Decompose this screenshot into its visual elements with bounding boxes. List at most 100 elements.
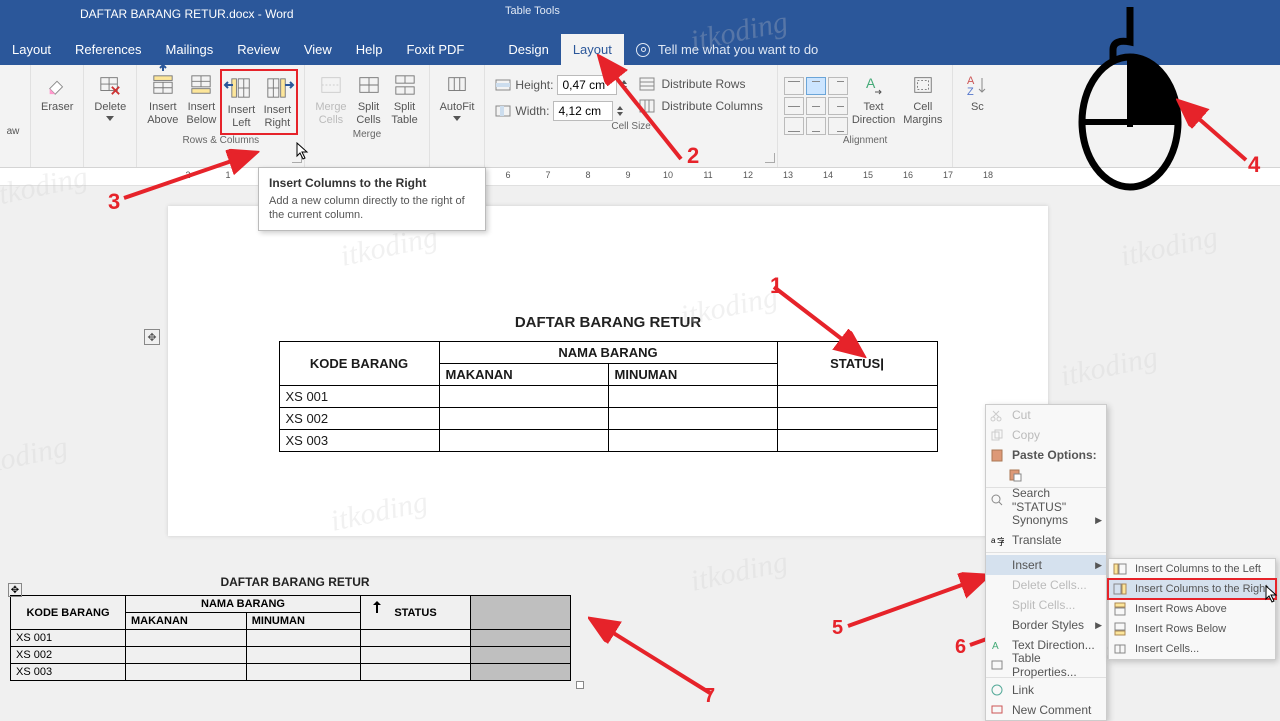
ctx-insert[interactable]: Insert▶ <box>986 555 1106 575</box>
lower-example-table-container: DAFTAR BARANG RETUR KODE BARANG NAMA BAR… <box>10 575 580 681</box>
annotation-6: 6 <box>955 636 966 659</box>
ribbon-tooltip: Insert Columns to the Right Add a new co… <box>258 167 486 231</box>
new-column-header[interactable] <box>471 596 571 630</box>
submenu-insert-row-below[interactable]: Insert Rows Below <box>1109 619 1275 639</box>
table-row: XS 001 <box>279 386 937 408</box>
split-cells-button[interactable]: Split Cells <box>351 69 387 129</box>
ctx-cut: Cut <box>986 405 1106 425</box>
svg-text:A: A <box>992 641 999 652</box>
ctx-search[interactable]: Search "STATUS" <box>986 490 1106 510</box>
ctx-paste-keep-source[interactable] <box>986 465 1106 485</box>
mouse-right-click-icon <box>1075 2 1185 197</box>
tab-review[interactable]: Review <box>225 34 292 65</box>
document-page: DAFTAR BARANG RETUR KODE BARANG NAMA BAR… <box>168 206 1048 536</box>
submenu-insert-col-right[interactable]: Insert Columns to the Right <box>1109 579 1275 599</box>
svg-text:Z: Z <box>967 86 974 96</box>
table-move-handle[interactable] <box>8 583 22 597</box>
merge-cells-icon <box>317 71 345 99</box>
distribute-columns-button[interactable]: Distribute Columns <box>639 99 762 113</box>
insert-right-button[interactable]: Insert Right <box>259 72 295 132</box>
ctx-paste-options: Paste Options: <box>986 445 1106 465</box>
lower-data-table[interactable]: KODE BARANG NAMA BARANG STATUS MAKANAN M… <box>10 595 571 681</box>
ctx-border-styles[interactable]: Border Styles▶ <box>986 615 1106 635</box>
ctx-synonyms[interactable]: Synonyms▶ <box>986 510 1106 530</box>
ctx-new-comment[interactable]: New Comment <box>986 700 1106 720</box>
bulb-icon <box>636 43 650 57</box>
tab-mailings[interactable]: Mailings <box>154 34 226 65</box>
tooltip-description: Add a new column directly to the right o… <box>269 194 475 222</box>
tab-references[interactable]: References <box>63 34 153 65</box>
group-alignment: Alignment <box>843 135 887 150</box>
table-resize-handle[interactable] <box>576 681 584 689</box>
submenu-insert-col-left[interactable]: Insert Columns to the Left <box>1109 559 1275 579</box>
alignment-grid[interactable] <box>784 69 848 135</box>
ctx-translate[interactable]: a字Translate <box>986 530 1106 550</box>
context-menu: Cut Copy Paste Options: Search "STATUS" … <box>985 404 1107 721</box>
group-rows-columns: Rows & Columns <box>182 135 259 150</box>
tab-table-layout[interactable]: Layout <box>561 34 624 65</box>
svg-text:字: 字 <box>997 536 1004 547</box>
main-data-table[interactable]: KODE BARANG NAMA BARANG STATUS| MAKANAN … <box>279 341 938 452</box>
submenu-insert-cells[interactable]: Insert Cells... <box>1109 639 1275 659</box>
tab-view[interactable]: View <box>292 34 344 65</box>
cell-size-launcher[interactable] <box>765 153 775 163</box>
ctx-table-properties[interactable]: Table Properties... <box>986 655 1106 675</box>
table-move-handle[interactable] <box>144 329 160 345</box>
annotation-2: 2 <box>687 143 699 169</box>
split-cells-icon <box>355 71 383 99</box>
table-row: XS 003 <box>279 430 937 452</box>
insert-left-button[interactable]: Insert Left <box>223 72 259 132</box>
sort-button[interactable]: AZ Sc <box>959 69 995 116</box>
insert-above-icon <box>149 71 177 99</box>
tab-help[interactable]: Help <box>344 34 395 65</box>
autofit-button[interactable]: AutoFit <box>436 69 479 123</box>
annotation-3: 3 <box>108 189 120 215</box>
document-title: DAFTAR BARANG RETUR.docx - Word <box>80 7 294 21</box>
svg-text:a: a <box>991 536 996 545</box>
split-table-icon <box>391 71 419 99</box>
autofit-icon <box>443 71 471 99</box>
tab-foxit-pdf[interactable]: Foxit PDF <box>395 34 477 65</box>
cell-margins-button[interactable]: Cell Margins <box>899 69 946 129</box>
annotation-7: 7 <box>704 685 715 708</box>
header-makanan[interactable]: MAKANAN <box>439 364 608 386</box>
text-direction-button[interactable]: A Text Direction <box>848 69 899 129</box>
chevron-down-icon <box>106 116 114 121</box>
height-input[interactable] <box>557 75 617 95</box>
insert-above-button[interactable]: Insert Above <box>143 69 182 129</box>
column-width-field[interactable]: Width: <box>495 101 627 121</box>
header-minuman[interactable]: MINUMAN <box>608 364 777 386</box>
eraser-icon <box>43 71 71 99</box>
insert-below-button[interactable]: Insert Below <box>182 69 220 129</box>
insert-below-icon <box>187 71 215 99</box>
submenu-insert-row-above[interactable]: Insert Rows Above <box>1109 599 1275 619</box>
eraser-button[interactable]: Eraser <box>37 69 77 116</box>
tab-table-design[interactable]: Design <box>496 34 560 65</box>
header-status[interactable]: STATUS| <box>777 342 937 386</box>
cell-margins-icon <box>909 71 937 99</box>
chevron-down-icon <box>453 116 461 121</box>
header-nama[interactable]: NAMA BARANG <box>439 342 777 364</box>
svg-text:A: A <box>866 75 876 91</box>
group-cell-size: Cell Size <box>611 121 650 136</box>
header-kode[interactable]: KODE BARANG <box>279 342 439 386</box>
annotation-5: 5 <box>832 617 843 640</box>
tab-layout-page[interactable]: Layout <box>0 34 63 65</box>
width-spinner[interactable] <box>617 106 623 116</box>
row-height-field[interactable]: Height: <box>495 75 627 95</box>
delete-button[interactable]: Delete <box>90 69 130 123</box>
width-input[interactable] <box>553 101 613 121</box>
height-spinner[interactable] <box>621 80 627 90</box>
tell-me-search[interactable]: Tell me what you want to do <box>624 42 830 65</box>
table-tools-contextual: Table Tools <box>480 0 585 28</box>
tooltip-title: Insert Columns to the Right <box>269 176 475 190</box>
split-table-button[interactable]: Split Table <box>387 69 423 129</box>
cursor-icon <box>372 600 382 614</box>
distribute-rows-button[interactable]: Distribute Rows <box>639 77 762 91</box>
ctx-copy: Copy <box>986 425 1106 445</box>
insert-left-icon <box>227 74 255 102</box>
ctx-link[interactable]: Link <box>986 680 1106 700</box>
lower-table-title: DAFTAR BARANG RETUR <box>10 575 580 589</box>
ribbon-draw-group: aw <box>2 69 24 140</box>
sort-icon: AZ <box>963 71 991 99</box>
